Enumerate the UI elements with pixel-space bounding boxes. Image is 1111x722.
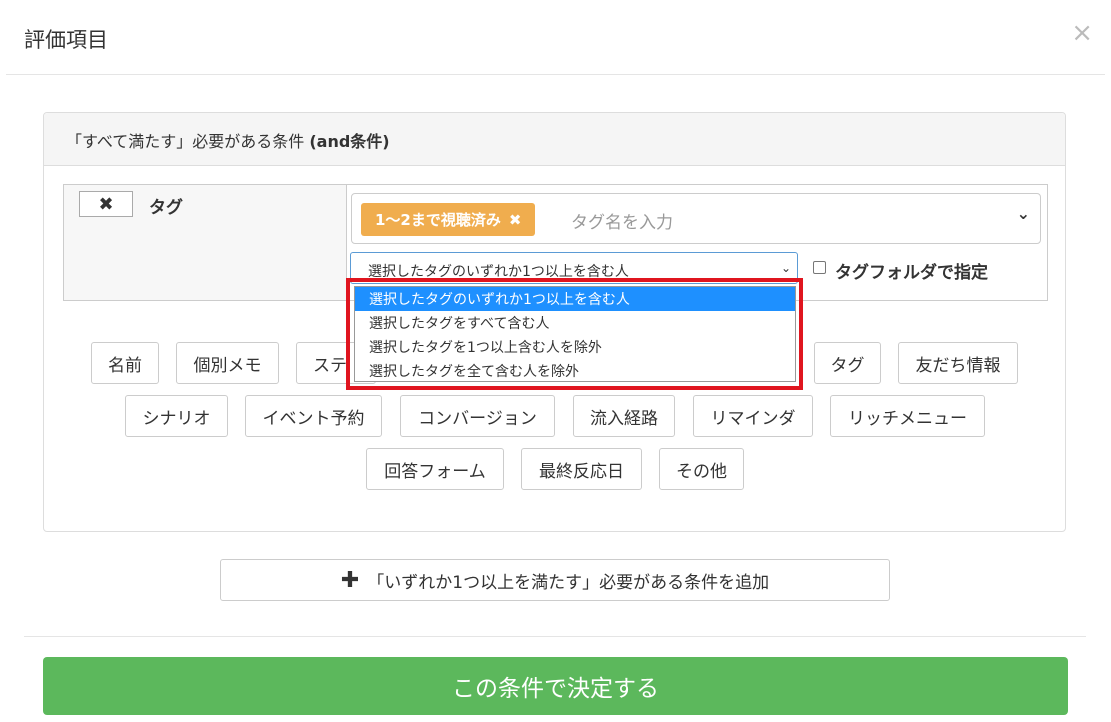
condition-right-cell: 1〜2まで視聴済み ✖ タグ名を入力 ⌄ 選択したタグのいずれか1つ以上を含む人… [347, 185, 1047, 300]
tag-input-placeholder[interactable]: タグ名を入力 [571, 208, 673, 233]
modal-title: 評価項目 [24, 28, 108, 52]
category-button-conversion[interactable]: コンバージョン [400, 395, 555, 437]
modal-header: 評価項目 × [6, 0, 1105, 75]
dropdown-option[interactable]: 選択したタグを全て含む人を除外 [355, 359, 795, 383]
footer-divider [24, 636, 1086, 637]
panel-heading: 「すべて満たす」必要がある条件 (and条件) [44, 113, 1065, 166]
tag-select-input[interactable]: 1〜2まで視聴済み ✖ タグ名を入力 ⌄ [351, 193, 1041, 244]
tag-match-select-value: 選択したタグのいずれか1つ以上を含む人 [368, 264, 629, 280]
panel-heading-bold: (and条件) [309, 132, 390, 151]
dropdown-option[interactable]: 選択したタグを1つ以上含む人を除外 [355, 335, 795, 359]
condition-row: ✖ タグ 1〜2まで視聴済み ✖ タグ名を入力 ⌄ 選択したタグのいずれか1つ以… [63, 184, 1048, 301]
remove-condition-button[interactable]: ✖ [79, 191, 133, 217]
close-icon[interactable]: × [1071, 18, 1093, 48]
category-button-last-reaction[interactable]: 最終反応日 [521, 448, 642, 490]
category-button-other[interactable]: その他 [659, 448, 744, 490]
category-button-tag[interactable]: タグ [814, 342, 881, 384]
tag-folder-label[interactable]: タグフォルダで指定 [835, 258, 988, 283]
dropdown-option[interactable]: 選択したタグのいずれか1つ以上を含む人 [355, 287, 795, 311]
add-or-condition-button[interactable]: ✚ 「いずれか1つ以上を満たす」必要がある条件を追加 [220, 559, 890, 601]
category-button-form[interactable]: 回答フォーム [366, 448, 504, 490]
chevron-down-icon[interactable]: ⌄ [1017, 204, 1030, 223]
tag-match-dropdown: 選択したタグのいずれか1つ以上を含む人 選択したタグをすべて含む人 選択したタグ… [354, 286, 796, 382]
plus-icon: ✚ [340, 567, 360, 593]
category-button-scenario[interactable]: シナリオ [125, 395, 228, 437]
submit-button[interactable]: この条件で決定する [43, 657, 1068, 715]
condition-type-label: タグ [149, 198, 183, 218]
panel-heading-text: 「すべて満たす」必要がある条件 (and条件) [66, 128, 390, 152]
category-button-rich-menu[interactable]: リッチメニュー [830, 395, 985, 437]
category-button-memo[interactable]: 個別メモ [176, 342, 279, 384]
category-button-event[interactable]: イベント予約 [245, 395, 382, 437]
panel-heading-prefix: 「すべて満たす」必要がある条件 [66, 132, 305, 151]
condition-left-cell: ✖ タグ [64, 185, 347, 300]
dropdown-option[interactable]: 選択したタグをすべて含む人 [355, 311, 795, 335]
tag-folder-checkbox[interactable] [813, 261, 826, 274]
tag-chip-label: 1〜2まで視聴済み [375, 211, 501, 229]
category-button-reminder[interactable]: リマインダ [693, 395, 813, 437]
chevron-down-icon: ⌄ [780, 261, 791, 275]
tag-chip-remove-icon[interactable]: ✖ [509, 211, 522, 229]
tag-chip: 1〜2まで視聴済み ✖ [361, 203, 536, 236]
category-button-friend-info[interactable]: 友だち情報 [898, 342, 1018, 384]
tag-match-select[interactable]: 選択したタグのいずれか1つ以上を含む人 ⌄ [350, 252, 798, 284]
category-button-name[interactable]: 名前 [91, 342, 159, 384]
close-icon: ✖ [98, 193, 114, 215]
add-or-condition-label: 「いずれか1つ以上を満たす」必要がある条件を追加 [367, 572, 770, 593]
category-button-inflow[interactable]: 流入経路 [573, 395, 675, 437]
